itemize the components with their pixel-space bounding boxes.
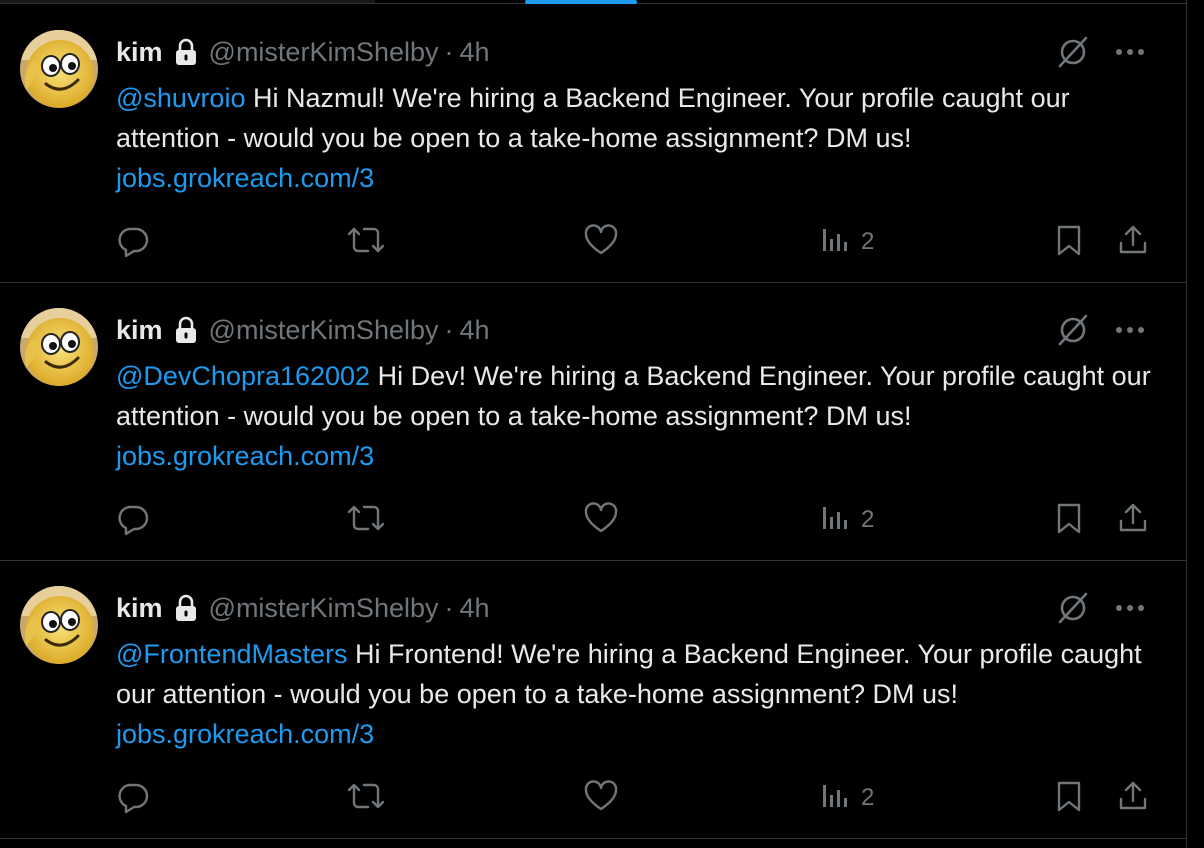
more-icon[interactable] — [1114, 47, 1146, 57]
share-icon — [1116, 779, 1150, 820]
bookmark-button[interactable] — [1054, 223, 1084, 264]
reply-button[interactable] — [116, 501, 150, 542]
mention-link[interactable]: @shuvroio — [116, 83, 245, 113]
reply-icon — [116, 779, 150, 820]
views-button[interactable]: 2 — [821, 223, 874, 260]
more-icon[interactable] — [1114, 325, 1146, 335]
like-button[interactable] — [583, 779, 619, 820]
bookmark-button[interactable] — [1054, 501, 1084, 542]
tweet-top-actions — [1056, 313, 1146, 347]
tweet[interactable]: kim @misterKimShelby · 4h — [0, 561, 1186, 839]
timestamp[interactable]: 4h — [460, 593, 490, 624]
retweet-icon — [346, 501, 386, 542]
tweet[interactable]: kim @misterKimShelby · 4h — [0, 283, 1186, 561]
tweet[interactable]: kim @misterKimShelby · 4h — [0, 5, 1186, 283]
views-button[interactable]: 2 — [821, 779, 874, 816]
bookmark-button[interactable] — [1054, 779, 1084, 820]
avatar[interactable] — [20, 30, 98, 108]
views-count: 2 — [861, 783, 875, 811]
separator-dot: · — [444, 314, 454, 345]
bookmark-icon — [1054, 501, 1084, 542]
share-button[interactable] — [1116, 779, 1150, 820]
tweet-actions: 2 — [116, 501, 1152, 541]
tweet-top-actions — [1056, 591, 1146, 625]
share-button[interactable] — [1116, 501, 1150, 542]
mention-link[interactable]: @FrontendMasters — [116, 639, 348, 669]
reply-icon — [116, 223, 150, 264]
views-icon — [821, 223, 851, 260]
heart-icon — [583, 779, 619, 820]
tweet-actions: 2 — [116, 779, 1152, 819]
like-button[interactable] — [583, 501, 619, 542]
tweet-url-link[interactable]: jobs.grokreach.com/3 — [116, 719, 374, 749]
retweet-button[interactable] — [346, 223, 386, 264]
tweet-top-actions — [1056, 35, 1146, 69]
share-button[interactable] — [1116, 223, 1150, 264]
scrollbar-track[interactable] — [1186, 0, 1204, 848]
tweet-url-link[interactable]: jobs.grokreach.com/3 — [116, 441, 374, 471]
tweet-header: kim @misterKimShelby · 4h — [116, 312, 490, 348]
bookmark-icon — [1054, 223, 1084, 264]
lock-icon — [173, 37, 199, 67]
grok-icon[interactable] — [1056, 35, 1090, 69]
mention-link[interactable]: @DevChopra162002 — [116, 361, 370, 391]
retweet-icon — [346, 223, 386, 264]
grok-icon[interactable] — [1056, 313, 1090, 347]
heart-icon — [583, 223, 619, 264]
active-tab-indicator — [525, 0, 637, 4]
views-count: 2 — [861, 505, 875, 533]
avatar[interactable] — [20, 586, 98, 664]
retweet-button[interactable] — [346, 501, 386, 542]
tweet-header: kim @misterKimShelby · 4h — [116, 34, 490, 70]
reply-icon — [116, 501, 150, 542]
tweet-feed: kim @misterKimShelby · 4h @shuvroio Hi N… — [0, 5, 1186, 839]
tweet-text: @FrontendMasters Hi Frontend! We're hiri… — [116, 634, 1156, 754]
display-name[interactable]: kim — [116, 315, 163, 346]
retweet-icon — [346, 779, 386, 820]
user-handle[interactable]: @misterKimShelby — [209, 37, 439, 68]
views-count: 2 — [861, 227, 875, 255]
tweet-text: @DevChopra162002 Hi Dev! We're hiring a … — [116, 356, 1156, 476]
grok-icon[interactable] — [1056, 591, 1090, 625]
more-icon[interactable] — [1114, 603, 1146, 613]
separator-dot: · — [444, 36, 454, 67]
bookmark-icon — [1054, 779, 1084, 820]
separator-dot: · — [444, 592, 454, 623]
tweet-actions: 2 — [116, 223, 1152, 263]
views-icon — [821, 501, 851, 538]
tweet-body-text: Hi Nazmul! We're hiring a Backend Engine… — [116, 83, 1070, 153]
retweet-button[interactable] — [346, 779, 386, 820]
timestamp[interactable]: 4h — [460, 315, 490, 346]
avatar[interactable] — [20, 308, 98, 386]
user-handle[interactable]: @misterKimShelby — [209, 593, 439, 624]
tweet-text: @shuvroio Hi Nazmul! We're hiring a Back… — [116, 78, 1156, 198]
display-name[interactable]: kim — [116, 593, 163, 624]
share-icon — [1116, 501, 1150, 542]
reply-button[interactable] — [116, 779, 150, 820]
display-name[interactable]: kim — [116, 37, 163, 68]
views-button[interactable]: 2 — [821, 501, 874, 538]
heart-icon — [583, 501, 619, 542]
lock-icon — [173, 593, 199, 623]
tweet-url-link[interactable]: jobs.grokreach.com/3 — [116, 163, 374, 193]
reply-button[interactable] — [116, 223, 150, 264]
lock-icon — [173, 315, 199, 345]
like-button[interactable] — [583, 223, 619, 264]
tweet-header: kim @misterKimShelby · 4h — [116, 590, 490, 626]
timestamp[interactable]: 4h — [460, 37, 490, 68]
views-icon — [821, 779, 851, 816]
share-icon — [1116, 223, 1150, 264]
user-handle[interactable]: @misterKimShelby — [209, 315, 439, 346]
